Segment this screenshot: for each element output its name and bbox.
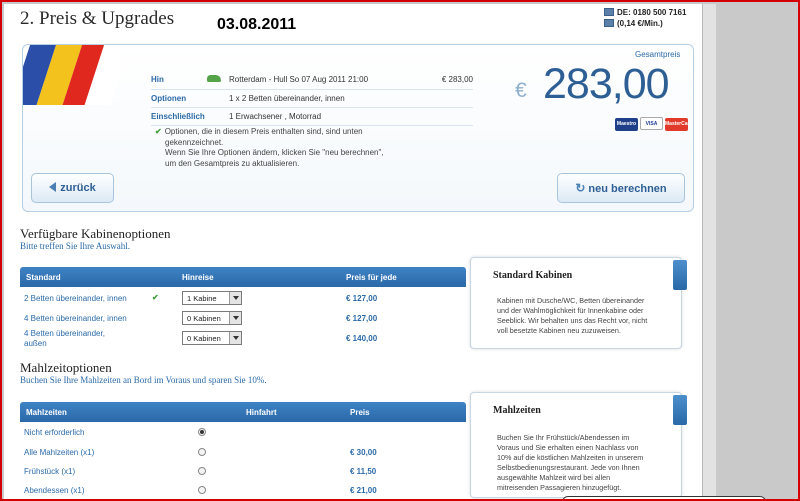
meal-radio[interactable] [198,448,206,456]
booking-page: 2. Preis & Upgrades 03.08.2011 DE: 0180 … [4,4,702,499]
maestro-icon: Maestro [615,118,638,131]
call-rate: (0,14 €/Min.) [617,19,663,28]
info-text: Kabinen mit Dusche/WC, Betten übereinand… [497,296,648,335]
meal-row: Abendessen (x1) € 21,00 [20,481,466,499]
meal-name: Alle Mahlzeiten (x1) [24,448,95,457]
cabin-name: 4 Betten übereinander, innen [24,314,127,323]
meal-row: Frühstück (x1) € 11,50 [20,462,466,482]
meal-name: Abendessen (x1) [24,486,85,495]
scrollbar[interactable] [702,4,716,499]
cabins-title: Verfügbare Kabinenoptionen [20,226,171,241]
contact-info: DE: 0180 500 7161 (0,14 €/Min.) [604,7,686,29]
meal-row: Nicht erforderlich [20,423,466,443]
ribbon-icon [673,395,687,425]
phone-number: DE: 0180 500 7161 [617,8,687,17]
meal-price: € 30,00 [350,448,377,457]
price-summary-box: Hin Rotterdam - Hull So 07 Aug 2011 21:0… [22,44,694,212]
info-title: Standard Kabinen [493,270,573,281]
cabins-subtitle: Bitte treffen Sie Ihre Auswahl. [20,241,131,251]
cabin-quantity-select[interactable]: 0 Kabinen [182,311,242,325]
meal-radio[interactable] [198,486,206,494]
refresh-icon: ↻ [575,181,586,195]
page-background-gutter [702,4,798,499]
column-header: Hinreise [182,273,214,282]
summary-value: 1 Erwachsener , Motorrad [229,107,429,126]
info-title: Mahlzeiten [493,405,541,416]
chevron-down-icon [229,312,241,324]
back-button[interactable]: zurück [31,173,114,203]
meal-name: Frühstück (x1) [24,467,76,476]
column-header: Preis [350,408,370,417]
summary-price: € 283,00 [428,71,473,90]
options-note: ✔ Optionen, die in diesem Preis enthalten… [155,127,384,168]
chevron-down-icon [229,332,241,344]
total-price: 283,00 [543,60,670,108]
summary-row: Hin Rotterdam - Hull So 07 Aug 2011 21:0… [151,71,473,90]
info-text: Buchen Sie Ihr Frühstück/Abendessen im V… [497,433,644,492]
summary-value: Rotterdam - Hull So 07 Aug 2011 21:00 [229,71,429,90]
column-header: Standard [26,273,61,282]
cabin-name: 4 Betten übereinander, [24,329,105,338]
column-header: Mahlzeiten [26,408,67,417]
meal-row: Alle Mahlzeiten (x1) € 30,00 [20,443,466,463]
meal-price: € 21,00 [350,486,377,495]
cabin-row: 4 Betten übereinander, innen 0 Kabinen €… [20,309,466,329]
currency-symbol: € [515,79,527,102]
summary-label: Hin [151,71,207,90]
column-header: Hinfahrt [246,408,277,417]
cabin-name: außen [24,339,47,348]
cabin-row: 2 Betten übereinander, innen ✔ 1 Kabine … [20,289,466,309]
visa-icon: VISA [640,117,663,130]
summary-label: Einschließlich [151,107,207,126]
summary-row: Einschließlich 1 Erwachsener , Motorrad [151,107,473,126]
car-icon [207,75,221,83]
cabins-table-header: Standard Hinreise Preis für jede [20,267,466,287]
callout-shape [562,496,766,499]
cabin-quantity-select[interactable]: 1 Kabine [182,291,242,305]
cabin-row: 4 Betten übereinander, außen 0 Kabinen €… [20,328,466,352]
summary-label: Optionen [151,89,207,108]
meal-radio[interactable] [198,428,206,436]
recalculate-button[interactable]: ↻ neu berechnen [557,173,685,203]
cabin-quantity-select[interactable]: 0 Kabinen [182,331,242,345]
meal-name: Nicht erforderlich [24,428,85,437]
payment-cards: Maestro VISA MasterCard [613,117,693,131]
mastercard-icon: MasterCard [665,118,693,131]
check-icon: ✔ [152,293,159,302]
ribbon-icon [673,260,687,290]
mail-icon [604,19,614,27]
arrow-left-icon [49,182,57,192]
summary-price [428,89,473,108]
column-header: Preis für jede [346,273,397,282]
flag-icon [23,45,121,105]
summary-row: Optionen 1 x 2 Betten übereinander, inne… [151,89,473,108]
summary-value: 1 x 2 Betten übereinander, innen [229,89,429,108]
date-annotation: 03.08.2011 [217,16,297,33]
page-frame: 2. Preis & Upgrades 03.08.2011 DE: 0180 … [0,0,800,501]
phone-icon [604,8,614,16]
cabin-price: € 127,00 [346,294,378,303]
cabin-price: € 127,00 [346,314,378,323]
meal-price: € 11,50 [350,467,377,476]
meals-table-header: Mahlzeiten Hinfahrt Preis [20,402,466,422]
summary-price [428,107,473,126]
total-label: Gesamtpreis [635,50,681,59]
cabin-name: 2 Betten übereinander, innen [24,294,127,303]
check-icon: ✔ [155,127,162,136]
meal-radio[interactable] [198,467,206,475]
meals-title: Mahlzeitoptionen [20,360,112,375]
meals-subtitle: Buchen Sie Ihre Mahlzeiten an Bord im Vo… [20,375,267,385]
chevron-down-icon [229,292,241,304]
cabin-info-box: Standard Kabinen Kabinen mit Dusche/WC, … [470,257,687,349]
cabin-price: € 140,00 [346,334,378,343]
page-title: 2. Preis & Upgrades [20,8,175,29]
journey-summary-table: Hin Rotterdam - Hull So 07 Aug 2011 21:0… [151,71,473,126]
meal-info-box: Mahlzeiten Buchen Sie Ihr Frühstück/Aben… [470,392,687,498]
